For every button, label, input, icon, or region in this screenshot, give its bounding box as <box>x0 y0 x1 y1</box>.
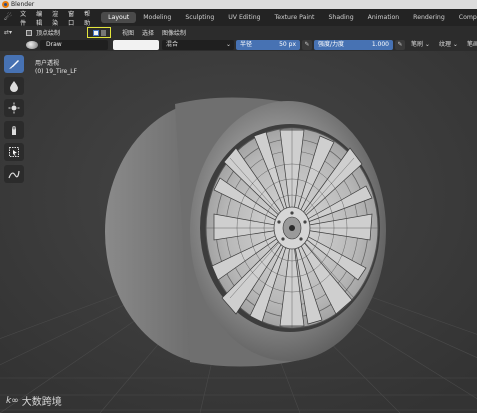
menu-image-paint[interactable]: 图像绘制 <box>158 28 190 37</box>
menu-edit[interactable]: 编辑 <box>31 9 47 27</box>
draw-brush-tool[interactable] <box>4 55 24 73</box>
brush-name-field[interactable]: Draw <box>40 40 108 50</box>
mode-label: 顶点绘制 <box>36 30 61 37</box>
tab-sculpting[interactable]: Sculpting <box>178 12 221 23</box>
menu-view[interactable]: 视图 <box>118 28 138 37</box>
left-toolbar <box>4 55 24 187</box>
strength-value: 1.000 <box>371 41 389 48</box>
tab-compositing[interactable]: Compositing <box>452 12 477 23</box>
tool-settings-bar: Draw 混合 ⌄ 半径 50 px ✎ 强度/力度 1.000 ✎ 笔刷 ⌄ … <box>0 39 477 51</box>
brush-dropdown[interactable]: 笔刷 ⌄ <box>411 40 430 50</box>
vertex-paint-mode-icon <box>26 29 32 36</box>
viewport-scene <box>0 51 477 413</box>
strength-label: 强度/力度 <box>318 41 345 48</box>
finger-icon <box>12 126 16 135</box>
select-box-tool[interactable] <box>4 143 24 161</box>
strength-slider[interactable]: 强度/力度 1.000 <box>314 40 393 50</box>
chevron-down-icon: ⌄ <box>225 41 231 48</box>
tab-rendering[interactable]: Rendering <box>406 12 452 23</box>
brush-color-swatch[interactable] <box>113 40 159 50</box>
view-name: 用户透视 <box>35 60 60 67</box>
workspace-tabs: Layout Modeling Sculpting UV Editing Tex… <box>101 12 477 23</box>
texture-dropdown-label: 纹理 <box>439 41 452 48</box>
smear-tool[interactable] <box>4 121 24 139</box>
annotate-curve-icon <box>8 170 20 179</box>
stroke-dropdown[interactable]: 笔画 <box>467 40 477 50</box>
strength-pressure-pen-icon[interactable]: ✎ <box>395 40 405 50</box>
window-title: Blender <box>11 1 35 8</box>
blend-mode-label: 混合 <box>166 41 179 48</box>
tab-animation[interactable]: Animation <box>361 12 407 23</box>
brush-dropdown-label: 笔刷 <box>411 41 424 48</box>
radius-label: 半径 <box>240 41 253 48</box>
annotate-tool[interactable] <box>4 165 24 183</box>
menu-select[interactable]: 选择 <box>138 28 158 37</box>
vertex-mask-icon[interactable] <box>100 29 106 36</box>
tool-header: ⇄▾ 顶点绘制 视图 选择 图像绘制 <box>0 26 477 39</box>
top-menu-bar: ☄ 文件 编辑 渲染 窗口 帮助 Layout Modeling Sculpti… <box>0 9 477 27</box>
radius-value: 50 px <box>279 41 296 48</box>
stroke-dropdown-label: 笔画 <box>467 41 477 48</box>
tab-layout[interactable]: Layout <box>101 12 137 23</box>
editor-type-icon[interactable]: ⇄▾ <box>4 28 18 37</box>
blender-window: Blender ☄ 文件 编辑 渲染 窗口 帮助 Layout Modeling… <box>0 0 477 413</box>
blur-tool[interactable] <box>4 77 24 95</box>
radius-slider[interactable]: 半径 50 px <box>236 40 300 50</box>
object-label: (0) 19_Tire_LF <box>35 68 78 75</box>
menu-render[interactable]: 渲染 <box>47 9 63 27</box>
3d-viewport[interactable]: 用户透视 (0) 19_Tire_LF <box>0 51 477 413</box>
brush-icon <box>9 60 19 69</box>
tab-modeling[interactable]: Modeling <box>136 12 178 23</box>
watermark-logo-icon: k∞ <box>6 395 19 406</box>
star-icon <box>8 102 20 114</box>
average-tool[interactable] <box>4 99 24 117</box>
brush-thumbnail-icon[interactable] <box>26 41 38 49</box>
menu-file[interactable]: 文件 <box>15 9 31 27</box>
tab-uv-editing[interactable]: UV Editing <box>221 12 267 23</box>
drop-icon <box>10 81 18 92</box>
tab-texture-paint[interactable]: Texture Paint <box>268 12 322 23</box>
blend-mode-dropdown[interactable]: 混合 ⌄ <box>162 40 234 50</box>
menu-help[interactable]: 帮助 <box>79 9 95 27</box>
menu-window[interactable]: 窗口 <box>63 9 79 27</box>
box-select-icon <box>9 147 19 157</box>
watermark: k∞ 大数跨境 <box>6 393 62 409</box>
texture-dropdown[interactable]: 纹理 ⌄ <box>439 40 458 50</box>
main-menu: 文件 编辑 渲染 窗口 帮助 <box>15 9 95 27</box>
face-mask-icon[interactable] <box>92 29 99 36</box>
blender-logo-icon <box>2 1 9 8</box>
header-menus: 视图 选择 图像绘制 <box>118 26 190 39</box>
tab-shading[interactable]: Shading <box>321 12 360 23</box>
radius-pressure-pen-icon[interactable]: ✎ <box>302 40 312 50</box>
tire-mesh[interactable] <box>105 97 386 367</box>
mode-selector[interactable]: 顶点绘制 <box>26 28 60 37</box>
watermark-text: 大数跨境 <box>21 397 62 408</box>
paint-mask-toggle[interactable] <box>87 27 111 38</box>
blender-menu-icon[interactable]: ☄ <box>4 13 12 23</box>
